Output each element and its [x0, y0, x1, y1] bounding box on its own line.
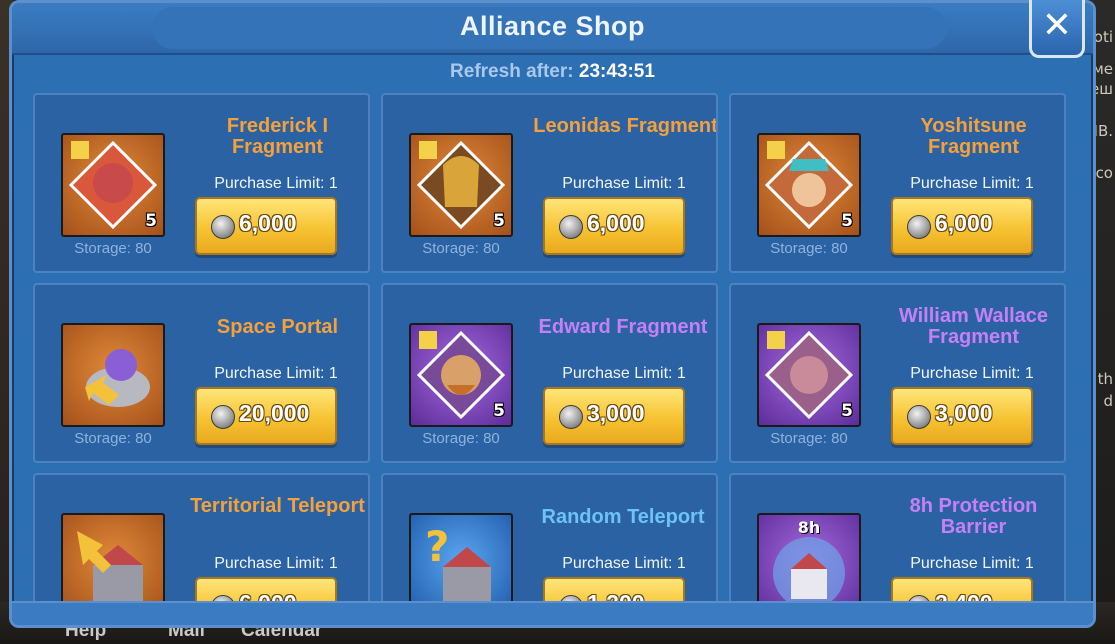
price: 3,000: [587, 400, 645, 426]
item-name: William Wallace Fragment: [898, 305, 1049, 348]
purchase-limit: Purchase Limit: 1: [562, 365, 686, 382]
storage-label: Storage: 80: [422, 240, 500, 257]
price: 6,000: [239, 210, 297, 236]
item-name: Leonidas Fragment: [533, 115, 718, 137]
purchase-limit: Purchase Limit: 1: [562, 175, 686, 192]
price: 6,000: [935, 210, 993, 236]
svg-text:?: ?: [425, 522, 449, 571]
storage-label: Storage: 80: [770, 240, 848, 257]
item-name: Space Portal: [216, 316, 339, 338]
shop-item-card: 5 Storage: 80 Leonidas Fragment Purchase…: [381, 93, 718, 273]
price: 20,000: [239, 400, 310, 426]
alliance-coin-icon: [907, 405, 931, 429]
alliance-shop-dialog: Alliance Shop Refresh after: 23:43:51 5 …: [9, 0, 1096, 628]
shop-item-card: 5 Storage: 80 Frederick I Fragment Purch…: [33, 93, 370, 273]
frederick-fragment-icon[interactable]: 5: [61, 133, 165, 237]
refresh-label: Refresh after:: [450, 61, 574, 82]
dialog-bottom-frame: [12, 601, 1093, 625]
close-button[interactable]: ✕: [1029, 0, 1085, 58]
storage-label: Storage: 80: [74, 430, 152, 447]
refresh-timer: Refresh after: 23:43:51: [12, 61, 1093, 83]
storage-label: Storage: 80: [422, 430, 500, 447]
item-name: Frederick I Fragment: [226, 115, 329, 158]
purchase-limit: Purchase Limit: 1: [910, 555, 1034, 572]
shop-item-card: 5 Storage: 80 William Wallace Fragment P…: [729, 283, 1066, 463]
buy-button[interactable]: 3,000: [891, 387, 1033, 445]
william-wallace-fragment-icon[interactable]: 5: [757, 323, 861, 427]
purchase-limit: Purchase Limit: 1: [562, 555, 686, 572]
shop-item-card: Storage: 80 Space Portal Purchase Limit:…: [33, 283, 370, 463]
alliance-coin-icon: [559, 405, 583, 429]
storage-label: Storage: 80: [770, 430, 848, 447]
price: 3,000: [935, 400, 993, 426]
purchase-limit: Purchase Limit: 1: [214, 365, 338, 382]
leonidas-fragment-icon[interactable]: 5: [409, 133, 513, 237]
alliance-coin-icon: [907, 215, 931, 239]
space-portal-icon[interactable]: [61, 323, 165, 427]
buy-button[interactable]: 3,000: [543, 387, 685, 445]
item-name: Random Teleport: [541, 506, 705, 528]
buy-button[interactable]: 6,000: [891, 197, 1033, 255]
item-name: Territorial Teleport: [190, 495, 365, 517]
edward-fragment-icon[interactable]: 5: [409, 323, 513, 427]
close-icon: ✕: [1041, 5, 1073, 46]
duration-badge: 8h: [797, 518, 821, 537]
refresh-time: 23:43:51: [578, 61, 655, 82]
alliance-coin-icon: [559, 215, 583, 239]
dialog-header: Alliance Shop: [12, 3, 1093, 55]
item-name: 8h Protection Barrier: [909, 495, 1038, 538]
buy-button[interactable]: 6,000: [195, 197, 337, 255]
buy-button[interactable]: 6,000: [543, 197, 685, 255]
dialog-title: Alliance Shop: [459, 11, 646, 41]
shop-item-card: 5 Storage: 80 Yoshitsune Fragment Purcha…: [729, 93, 1066, 273]
item-name: Yoshitsune Fragment: [920, 115, 1027, 158]
price: 6,000: [587, 210, 645, 236]
purchase-limit: Purchase Limit: 1: [910, 365, 1034, 382]
purchase-limit: Purchase Limit: 1: [214, 175, 338, 192]
shop-item-card: 5 Storage: 80 Edward Fragment Purchase L…: [381, 283, 718, 463]
buy-button[interactable]: 20,000: [195, 387, 337, 445]
item-name: Edward Fragment: [538, 316, 708, 338]
storage-label: Storage: 80: [74, 240, 152, 257]
alliance-coin-icon: [211, 405, 235, 429]
alliance-coin-icon: [211, 215, 235, 239]
yoshitsune-fragment-icon[interactable]: 5: [757, 133, 861, 237]
purchase-limit: Purchase Limit: 1: [910, 175, 1034, 192]
purchase-limit: Purchase Limit: 1: [214, 555, 338, 572]
